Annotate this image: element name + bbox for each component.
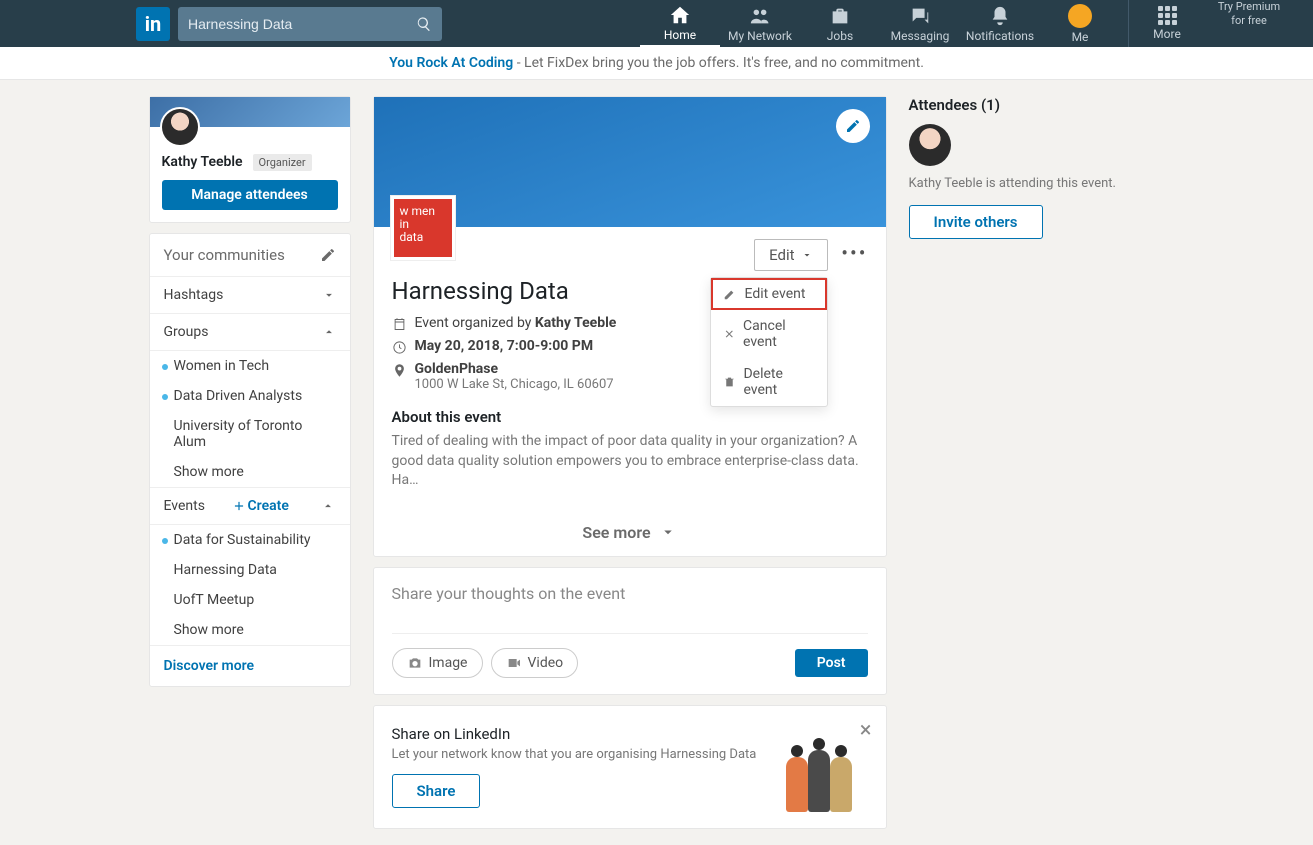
attendee-avatar[interactable] <box>909 124 951 166</box>
chevron-up-icon <box>322 325 336 339</box>
search-input[interactable] <box>188 16 416 32</box>
compose-card: Share your thoughts on the event Image V… <box>373 567 887 695</box>
clock-icon <box>392 340 407 355</box>
nav-jobs[interactable]: Jobs <box>800 0 880 47</box>
compose-placeholder[interactable]: Share your thoughts on the event <box>392 584 868 603</box>
organizer-card: Kathy Teeble Organizer Manage attendees <box>149 96 351 223</box>
linkedin-logo[interactable]: in <box>136 7 170 41</box>
event-hero: w men in data <box>374 97 886 227</box>
organizer-role-badge: Organizer <box>253 154 312 171</box>
nav-home[interactable]: Home <box>640 0 720 47</box>
chevron-down-icon <box>322 288 336 302</box>
group-item[interactable]: Women in Tech <box>150 351 350 381</box>
invite-others-button[interactable]: Invite others <box>909 205 1043 239</box>
chevron-up-icon <box>321 499 335 513</box>
trash-icon <box>723 375 736 389</box>
chevron-down-icon <box>659 523 677 541</box>
avatar <box>1068 4 1092 28</box>
organizer-cover <box>150 97 350 127</box>
organizer-avatar[interactable] <box>160 107 200 147</box>
group-item[interactable]: University of Toronto Alum <box>150 411 350 457</box>
attendees-panel: Attendees (1) Kathy Teeble is attending … <box>909 96 1165 829</box>
nav-messaging[interactable]: Messaging <box>880 0 960 47</box>
edit-hero-button[interactable] <box>836 109 870 143</box>
attendees-header: Attendees (1) <box>909 96 1165 114</box>
share-button[interactable]: Share <box>392 774 481 808</box>
group-item[interactable]: Data Driven Analysts <box>150 381 350 411</box>
event-item[interactable]: Harnessing Data <box>150 555 350 585</box>
group-show-more[interactable]: Show more <box>150 457 350 487</box>
share-body: Let your network know that you are organ… <box>392 747 757 762</box>
dropdown-delete-event[interactable]: Delete event <box>711 358 827 406</box>
plus-icon <box>232 499 246 513</box>
close-share-button[interactable]: × <box>860 718 872 743</box>
create-event-link[interactable]: Create <box>232 498 289 514</box>
nav-notifications[interactable]: Notifications <box>960 0 1040 47</box>
edit-dropdown-button[interactable]: Edit <box>754 239 827 271</box>
add-video-button[interactable]: Video <box>491 648 579 678</box>
search-icon <box>416 16 432 32</box>
about-heading: About this event <box>392 408 868 426</box>
events-section[interactable]: Events Create <box>150 487 350 525</box>
communities-header: Your communities <box>150 234 350 277</box>
nav-me[interactable]: Me <box>1040 0 1120 47</box>
add-image-button[interactable]: Image <box>392 648 483 678</box>
pencil-icon[interactable] <box>320 247 336 263</box>
organizer-name: Kathy Teeble <box>162 154 243 170</box>
apps-grid-icon <box>1158 6 1177 25</box>
see-more-button[interactable]: See more <box>374 509 886 556</box>
caret-down-icon <box>801 249 813 261</box>
pin-icon <box>392 363 407 378</box>
pencil-icon <box>723 287 737 301</box>
dropdown-cancel-event[interactable]: Cancel event <box>711 310 827 358</box>
manage-attendees-button[interactable]: Manage attendees <box>162 180 338 210</box>
hashtags-section[interactable]: Hashtags <box>150 277 350 314</box>
communities-card: Your communities Hashtags Groups Women i… <box>149 233 351 687</box>
edit-dropdown-menu: Edit event Cancel event Delete event <box>710 277 828 407</box>
discover-more-link[interactable]: Discover more <box>150 645 350 686</box>
try-premium-link[interactable]: Try Premiumfor free <box>1209 0 1289 47</box>
nav-more[interactable]: More <box>1137 0 1197 47</box>
search-box[interactable] <box>178 7 442 41</box>
dropdown-edit-event[interactable]: Edit event <box>711 278 827 310</box>
x-icon <box>723 327 736 341</box>
calendar-icon <box>392 317 407 332</box>
nav-network[interactable]: My Network <box>720 0 800 47</box>
event-card: w men in data Edit ••• Edit event Cancel… <box>373 96 887 557</box>
video-icon <box>506 655 522 671</box>
event-show-more[interactable]: Show more <box>150 615 350 645</box>
share-title: Share on LinkedIn <box>392 725 757 743</box>
event-item[interactable]: Data for Sustainability <box>150 525 350 555</box>
more-options-button[interactable]: ••• <box>841 241 867 265</box>
attendee-line: Kathy Teeble is attending this event. <box>909 176 1165 191</box>
groups-section[interactable]: Groups <box>150 314 350 351</box>
pencil-icon <box>845 118 861 134</box>
event-item[interactable]: UofT Meetup <box>150 585 350 615</box>
promo-banner[interactable]: You Rock At Coding - Let FixDex bring yo… <box>0 47 1313 80</box>
post-button[interactable]: Post <box>795 649 868 677</box>
about-text: Tired of dealing with the impact of poor… <box>392 432 868 491</box>
camera-icon <box>407 655 423 671</box>
